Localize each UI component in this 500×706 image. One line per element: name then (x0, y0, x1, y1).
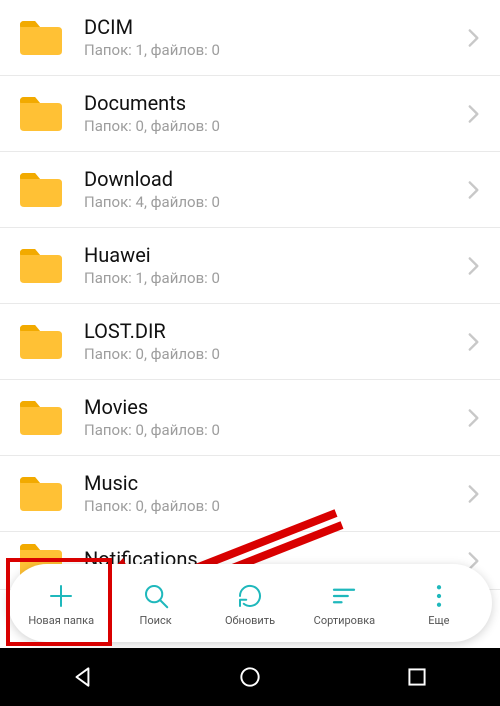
folder-name: DCIM (84, 16, 460, 38)
folder-text: Music Папок: 0, файлов: 0 (84, 472, 460, 515)
sort-button[interactable]: Сортировка (297, 581, 391, 627)
folder-subtitle: Папок: 0, файлов: 0 (84, 117, 460, 135)
refresh-icon (235, 581, 265, 611)
new-folder-button[interactable]: Новая папка (14, 581, 108, 627)
folder-subtitle: Папок: 0, файлов: 0 (84, 497, 460, 515)
recents-button[interactable] (377, 648, 457, 706)
action-bar: Новая папка Поиск Обновить Сортировка Ещ… (8, 564, 492, 642)
folder-text: Huawei Папок: 1, файлов: 0 (84, 244, 460, 287)
chevron-right-icon (460, 329, 486, 355)
chevron-right-icon (460, 177, 486, 203)
circle-home-icon (237, 664, 263, 690)
folder-icon (18, 171, 62, 209)
folder-subtitle: Папок: 1, файлов: 0 (84, 269, 460, 287)
folder-row[interactable]: Movies Папок: 0, файлов: 0 (0, 380, 500, 456)
folder-row[interactable]: LOST.DIR Папок: 0, файлов: 0 (0, 304, 500, 380)
folder-name: Documents (84, 92, 460, 114)
search-label: Поиск (140, 614, 172, 627)
folder-text: Download Папок: 4, файлов: 0 (84, 168, 460, 211)
back-button[interactable] (43, 648, 123, 706)
folder-icon (18, 475, 62, 513)
chevron-right-icon (460, 25, 486, 51)
folder-row[interactable]: Download Папок: 4, файлов: 0 (0, 152, 500, 228)
folder-text: LOST.DIR Папок: 0, файлов: 0 (84, 320, 460, 363)
folder-name: Movies (84, 396, 460, 418)
chevron-right-icon (460, 481, 486, 507)
folder-icon (18, 247, 62, 285)
folder-name: Download (84, 168, 460, 190)
folder-icon (18, 95, 62, 133)
new-folder-label: Новая папка (28, 614, 94, 627)
folder-text: DCIM Папок: 1, файлов: 0 (84, 16, 460, 59)
folder-row[interactable]: Huawei Папок: 1, файлов: 0 (0, 228, 500, 304)
home-button[interactable] (210, 648, 290, 706)
refresh-label: Обновить (225, 614, 275, 627)
folder-icon (18, 399, 62, 437)
folder-text: Movies Папок: 0, файлов: 0 (84, 396, 460, 439)
folder-icon (18, 19, 62, 57)
search-icon (141, 581, 171, 611)
sort-label: Сортировка (314, 614, 376, 627)
folder-name: Music (84, 472, 460, 494)
square-recents-icon (404, 664, 430, 690)
folder-name: LOST.DIR (84, 320, 460, 342)
folder-subtitle: Папок: 0, файлов: 0 (84, 421, 460, 439)
folder-row[interactable]: Documents Папок: 0, файлов: 0 (0, 76, 500, 152)
triangle-back-icon (70, 664, 96, 690)
chevron-right-icon (460, 253, 486, 279)
folder-text: Documents Папок: 0, файлов: 0 (84, 92, 460, 135)
system-navbar (0, 648, 500, 706)
refresh-button[interactable]: Обновить (203, 581, 297, 627)
folder-subtitle: Папок: 4, файлов: 0 (84, 193, 460, 211)
dots-vertical-icon (424, 581, 454, 611)
folder-name: Huawei (84, 244, 460, 266)
folder-subtitle: Папок: 1, файлов: 0 (84, 41, 460, 59)
folder-row[interactable]: DCIM Папок: 1, файлов: 0 (0, 0, 500, 76)
folder-subtitle: Папок: 0, файлов: 0 (84, 345, 460, 363)
chevron-right-icon (460, 101, 486, 127)
more-label: Еще (428, 614, 449, 627)
file-list: DCIM Папок: 1, файлов: 0 Documents Папок: 0… (0, 0, 500, 648)
plus-icon (46, 581, 76, 611)
chevron-right-icon (460, 405, 486, 431)
folder-row[interactable]: Music Папок: 0, файлов: 0 (0, 456, 500, 532)
folder-icon (18, 323, 62, 361)
more-button[interactable]: Еще (392, 581, 486, 627)
search-button[interactable]: Поиск (108, 581, 202, 627)
sort-icon (329, 581, 359, 611)
